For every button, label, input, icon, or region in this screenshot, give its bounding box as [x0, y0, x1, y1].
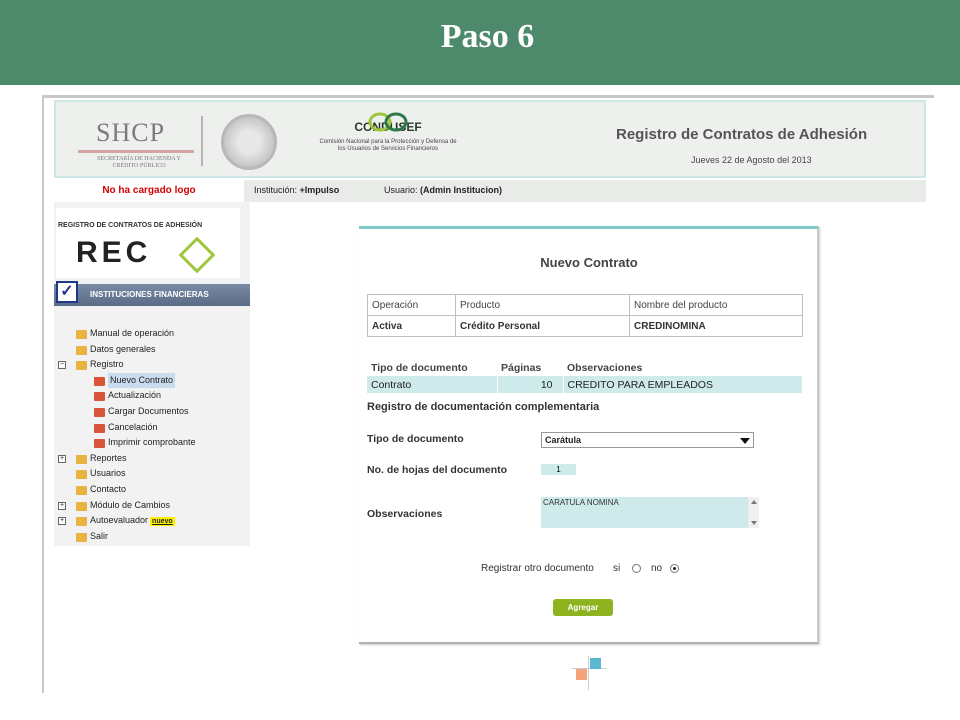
condusef-logo: CONDUSEF Comisión Nacional para la Prote…	[318, 112, 458, 174]
page-icon	[94, 439, 105, 449]
new-badge: nuevo	[150, 517, 175, 527]
national-seal-icon	[221, 114, 277, 170]
page-icon	[94, 392, 105, 402]
user-info: Usuario: (Admin Institucion)	[384, 185, 503, 195]
institution-info: Institución: +Impulso	[254, 185, 340, 195]
folder-icon	[76, 345, 87, 355]
folder-icon	[76, 517, 87, 527]
table-header-row: Operación Producto Nombre del producto	[367, 294, 803, 316]
menu-item-datos-generales[interactable]: Datos generales	[54, 342, 250, 358]
registrar-otro-label: Registrar otro documento	[481, 563, 594, 574]
agregar-button[interactable]: Agregar	[553, 599, 613, 616]
menu-item-salir[interactable]: Salir	[54, 529, 250, 545]
folder-icon	[76, 361, 87, 371]
section-subheading: Registro de documentación complementaria	[367, 401, 600, 413]
scroll-up-icon[interactable]	[751, 500, 757, 504]
observaciones-textarea[interactable]: CARATULA NOMINA	[541, 497, 759, 528]
menu-item-registro[interactable]: − Registro	[54, 357, 250, 373]
expand-icon[interactable]: +	[58, 454, 66, 463]
radio-no-label: no	[651, 563, 663, 574]
tipo-documento-select[interactable]: Carátula	[541, 432, 754, 448]
contract-info-table: Operación Producto Nombre del producto A…	[367, 294, 803, 337]
page-icon	[94, 407, 105, 417]
menu-item-autoevaluador[interactable]: + Autoevaluador nuevo	[54, 513, 250, 529]
folder-icon	[76, 532, 87, 542]
table-row: Contrato 10 CREDITO PARA EMPLEADOS	[367, 376, 803, 393]
reca-logo: REGISTRO DE CONTRATOS DE ADHESIÓN REC	[56, 208, 240, 278]
menu-item-contacto[interactable]: Contacto	[54, 482, 250, 498]
hojas-input[interactable]: 1	[541, 464, 576, 475]
expand-icon[interactable]: +	[58, 501, 66, 510]
textarea-scrollbar[interactable]	[747, 497, 759, 528]
menu-item-actualizacion[interactable]: Actualización	[54, 388, 250, 404]
folder-icon	[76, 330, 87, 339]
menu-item-nuevo-contrato[interactable]: Nuevo Contrato	[54, 372, 250, 389]
radio-si[interactable]	[632, 564, 641, 573]
header-divider	[201, 116, 203, 166]
documents-table: Tipo de documento Páginas Observaciones …	[367, 359, 803, 393]
slide-title: Paso 6	[440, 18, 535, 55]
info-bar: No ha cargado logo Institución: +Impulso…	[54, 180, 926, 202]
menu-item-modulo-cambios[interactable]: + Módulo de Cambios	[54, 498, 250, 514]
logo-status: No ha cargado logo	[54, 180, 244, 202]
page-icon	[94, 423, 105, 433]
nav-menu: Manual de operación Datos generales − Reg…	[54, 326, 250, 544]
table-header-row: Tipo de documento Páginas Observaciones	[371, 361, 643, 374]
menu-item-reportes[interactable]: + Reportes	[54, 451, 250, 467]
page-icon	[94, 376, 105, 386]
checkmark-icon: ✓	[56, 281, 78, 303]
folder-icon	[76, 470, 87, 480]
condusef-rings-icon	[368, 112, 408, 132]
collapse-icon[interactable]: −	[58, 361, 66, 370]
reca-diamond-icon	[178, 236, 216, 274]
panel-title: Nuevo Contrato	[540, 255, 638, 270]
radio-si-label: si	[613, 563, 621, 574]
expand-icon[interactable]: +	[58, 517, 66, 526]
current-date: Jueves 22 de Agosto del 2013	[691, 155, 812, 165]
menu-item-usuarios[interactable]: Usuarios	[54, 466, 250, 482]
menu-item-manual[interactable]: Manual de operación	[54, 326, 250, 342]
menu-item-cargar-documentos[interactable]: Cargar Documentos	[54, 404, 250, 420]
menu-item-cancelacion[interactable]: Cancelación	[54, 420, 250, 436]
folder-icon	[76, 454, 87, 464]
screenshot-frame: SHCP SECRETARÍA DE HACIENDA Y CRÉDITO PÚ…	[42, 95, 934, 693]
sidebar: REGISTRO DE CONTRATOS DE ADHESIÓN REC ✓ …	[54, 202, 250, 546]
chevron-down-icon	[740, 438, 750, 444]
new-contract-panel: Nuevo Contrato Operación Producto Nombre…	[359, 226, 819, 644]
table-row: Activa Crédito Personal CREDINOMINA	[367, 315, 803, 337]
menu-item-imprimir[interactable]: Imprimir comprobante	[54, 435, 250, 451]
scroll-down-icon[interactable]	[751, 521, 757, 525]
folder-icon	[76, 485, 87, 495]
hojas-label: No. de hojas del documento	[367, 464, 508, 476]
shcp-logo: SHCP SECRETARÍA DE HACIENDA Y CRÉDITO PÚ…	[74, 118, 194, 169]
section-header: ✓ INSTITUCIONES FINANCIERAS	[54, 281, 250, 306]
decorative-squares-icon	[572, 656, 608, 692]
app-title: Registro de Contratos de Adhesión	[616, 126, 868, 143]
folder-icon	[76, 501, 87, 511]
tipo-documento-label: Tipo de documento	[367, 433, 464, 445]
observaciones-label: Observaciones	[367, 508, 443, 520]
app-header: SHCP SECRETARÍA DE HACIENDA Y CRÉDITO PÚ…	[54, 100, 926, 178]
radio-no[interactable]	[670, 564, 679, 573]
